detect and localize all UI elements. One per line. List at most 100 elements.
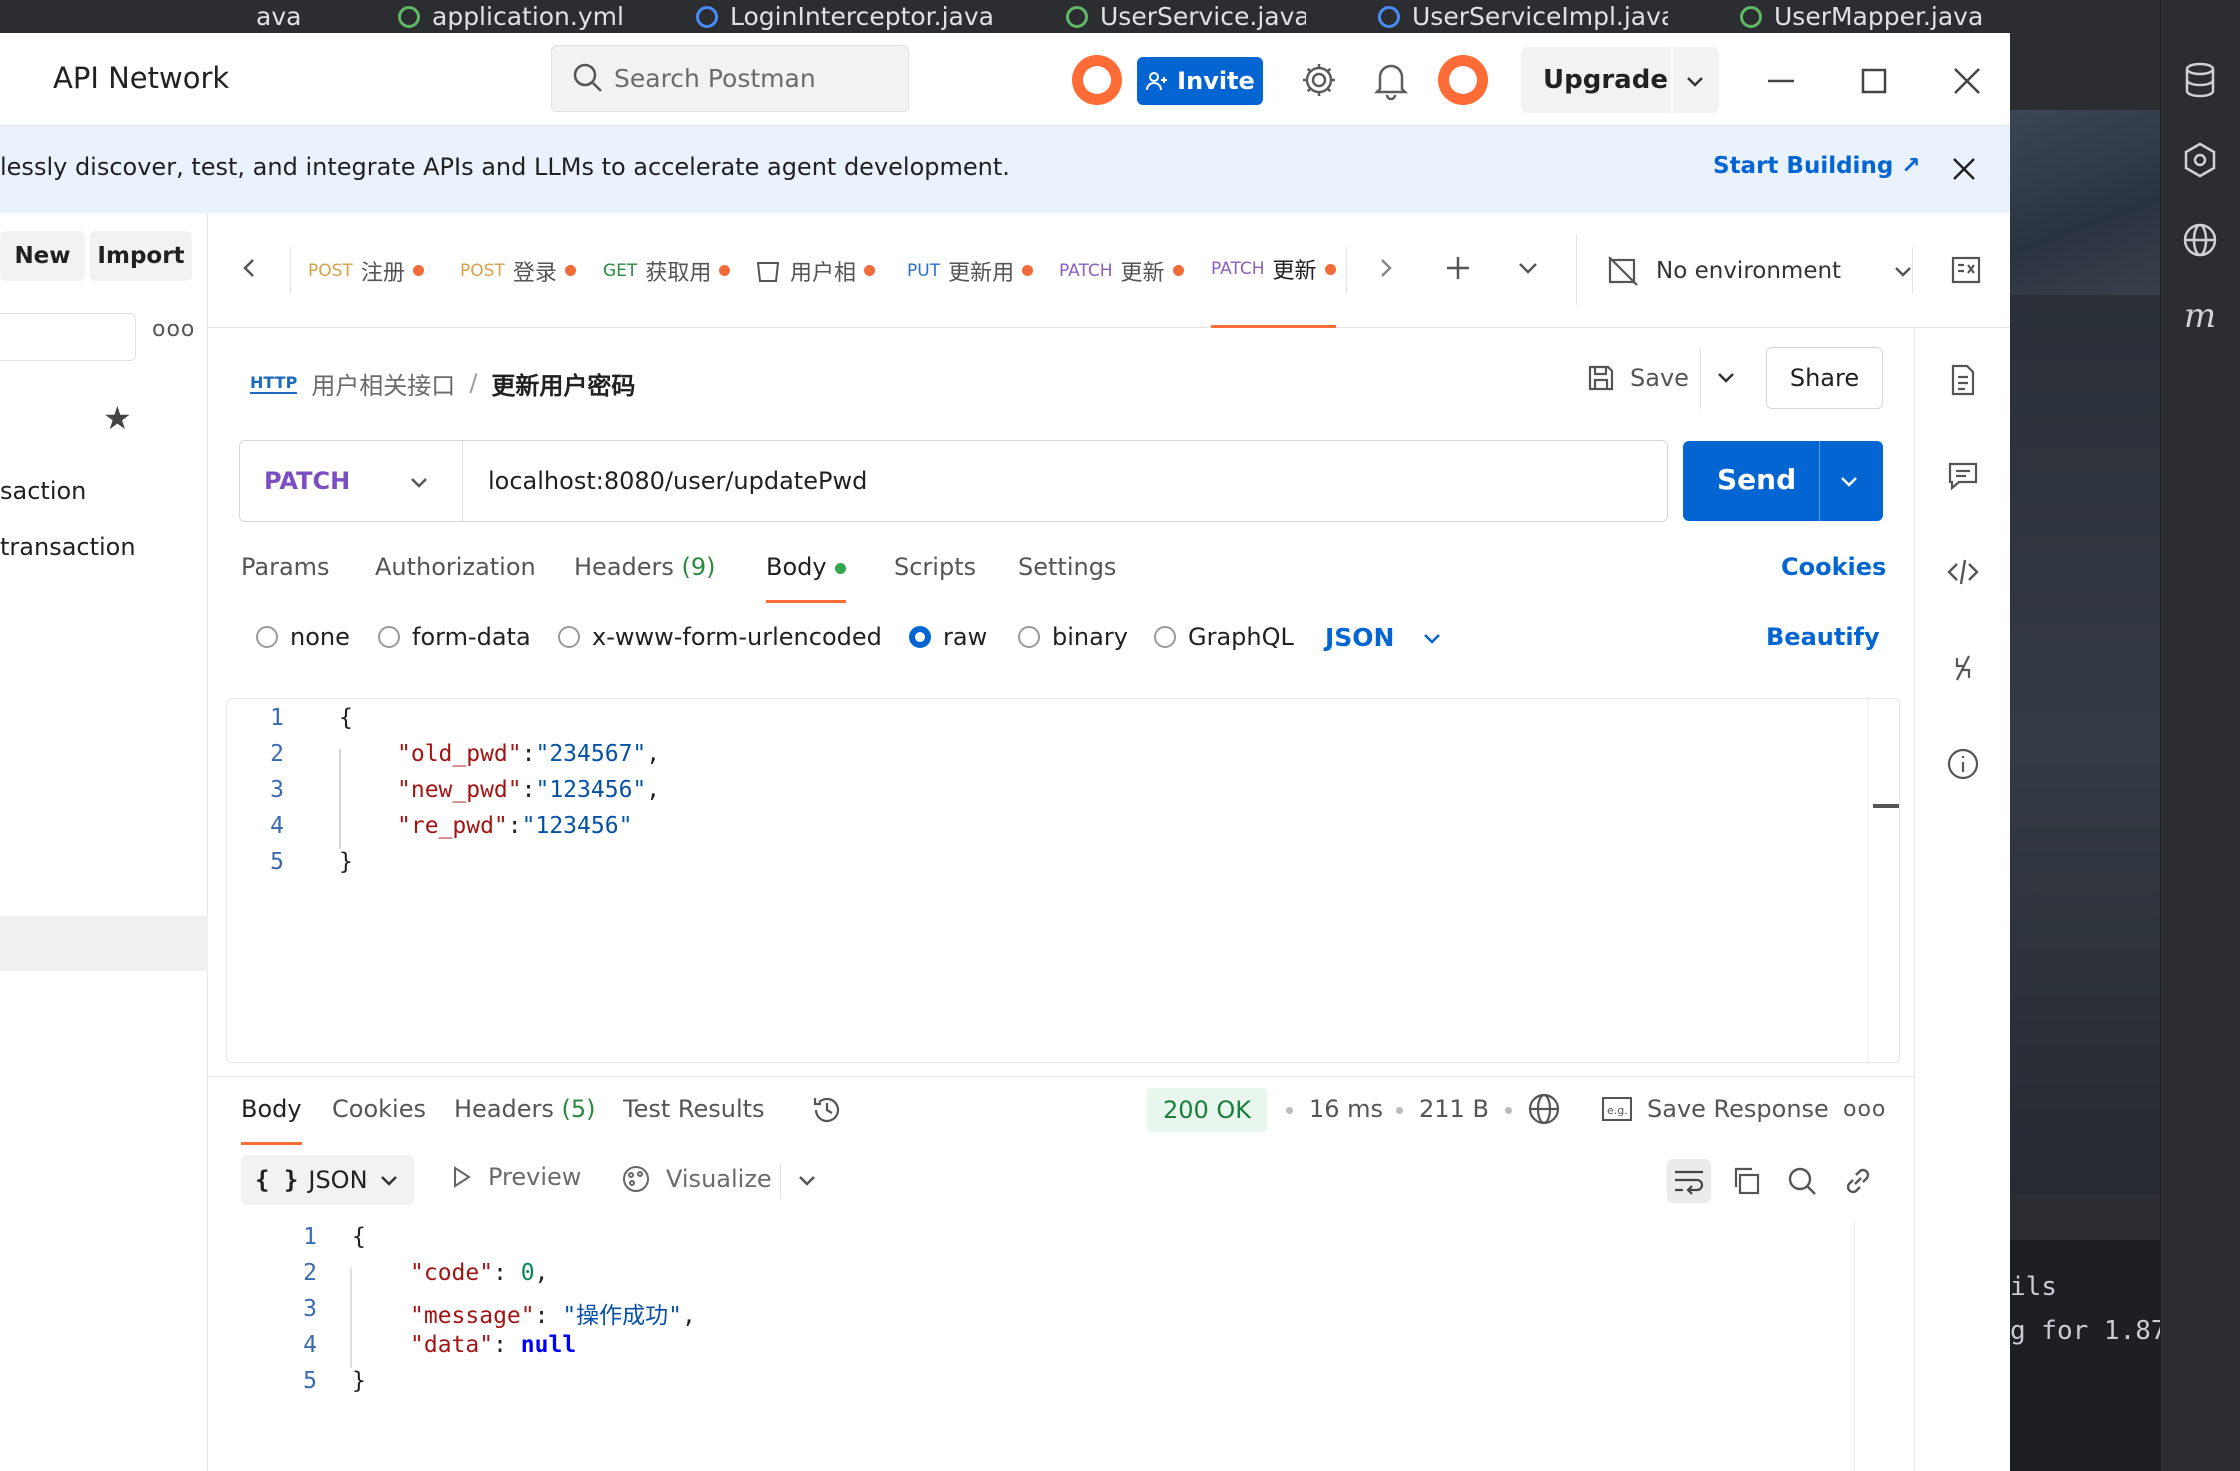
plus-icon[interactable]	[1443, 253, 1473, 283]
more-options-icon[interactable]: ooo	[152, 317, 195, 342]
request-tab[interactable]: POST 登录	[460, 213, 576, 328]
send-button[interactable]: Send	[1683, 441, 1883, 521]
ide-tab[interactable]: LoginInterceptor.java	[696, 0, 996, 33]
new-button[interactable]: New	[0, 231, 85, 281]
gear-icon[interactable]	[1296, 57, 1342, 103]
response-tab-test-results[interactable]: Test Results	[623, 1095, 765, 1145]
upgrade-button[interactable]: Upgrade	[1521, 47, 1719, 113]
request-tab[interactable]: POST 注册	[308, 213, 424, 328]
response-body-viewer[interactable]: 1 2 3 4 5 { "code": 0, "message": "操作成功"…	[226, 1218, 1886, 1471]
radio-x-www-form-urlencoded[interactable]: x-www-form-urlencoded	[558, 623, 882, 651]
globe-icon[interactable]	[2180, 220, 2220, 260]
code-icon[interactable]	[1945, 554, 1981, 590]
tab-scripts[interactable]: Scripts	[894, 553, 976, 603]
chevron-down-icon[interactable]	[1513, 253, 1543, 283]
ide-tab[interactable]: ava	[256, 0, 326, 33]
response-size[interactable]: 211 B	[1419, 1095, 1489, 1123]
maximize-icon[interactable]	[1852, 59, 1896, 103]
ide-tab[interactable]: UserMapper.java	[1740, 0, 1990, 33]
search-input[interactable]: Search Postman	[551, 45, 909, 112]
ai-assistant-icon[interactable]	[2180, 140, 2220, 180]
sidebar-item[interactable]: saction	[0, 477, 86, 505]
method-select[interactable]: PATCH	[264, 467, 350, 495]
response-time[interactable]: 16 ms	[1309, 1095, 1383, 1123]
preview-button[interactable]: Preview	[448, 1163, 581, 1191]
ide-tab[interactable]: UserServiceImpl.java	[1378, 0, 1668, 33]
sidebar-selected-row[interactable]	[0, 916, 208, 971]
request-name[interactable]: 更新用户密码	[491, 366, 635, 401]
response-tab-cookies[interactable]: Cookies	[332, 1095, 426, 1145]
environment-selector[interactable]: No environment	[1606, 213, 1917, 328]
response-scrollbar-track[interactable]	[1854, 1222, 1855, 1471]
more-options-icon[interactable]: ooo	[1843, 1097, 1886, 1122]
comments-icon[interactable]	[1945, 458, 1981, 494]
copy-button[interactable]	[1724, 1159, 1768, 1203]
breadcrumb-parent[interactable]: 用户相关接口	[311, 366, 455, 401]
ide-tab[interactable]: UserService.java	[1066, 0, 1306, 33]
url-input[interactable]: localhost:8080/user/updatePwd	[488, 467, 867, 495]
sidebar-filter-input[interactable]	[0, 313, 136, 361]
link-button[interactable]	[1836, 1159, 1880, 1203]
request-body-editor[interactable]: 1 2 3 4 5 { "old_pwd":"234567", "new_pwd…	[226, 698, 1900, 1063]
tab-authorization[interactable]: Authorization	[375, 553, 536, 603]
request-tab[interactable]: 用户相	[754, 213, 876, 328]
raw-format-select[interactable]: JSON	[1325, 623, 1444, 652]
editor-scrollbar-track[interactable]	[1868, 699, 1869, 1062]
tab-headers[interactable]: Headers (9)	[574, 553, 716, 603]
bell-icon[interactable]	[1368, 57, 1414, 103]
globe-icon[interactable]	[1526, 1091, 1562, 1127]
radio-binary[interactable]: binary	[1018, 623, 1128, 651]
tab-params[interactable]: Params	[241, 553, 330, 603]
ide-tab[interactable]: application.yml	[398, 0, 648, 33]
beautify-button[interactable]: Beautify	[1766, 623, 1880, 651]
tab-settings[interactable]: Settings	[1018, 553, 1116, 603]
avatar[interactable]	[1438, 55, 1488, 105]
save-button[interactable]: Save	[1586, 363, 1689, 393]
database-icon[interactable]	[2180, 60, 2220, 100]
history-icon[interactable]	[810, 1093, 844, 1127]
editor-scrollbar-thumb[interactable]	[1873, 804, 1899, 808]
search-button[interactable]	[1780, 1159, 1824, 1203]
chevron-down-icon[interactable]	[406, 469, 432, 495]
start-building-link[interactable]: Start Building ↗	[1713, 153, 1921, 179]
request-tab[interactable]: PATCH 更新	[1059, 213, 1184, 328]
radio-raw[interactable]: raw	[909, 623, 987, 651]
star-icon[interactable]: ★	[103, 399, 132, 437]
radio-none[interactable]: none	[256, 623, 350, 651]
radio-form-data[interactable]: form-data	[378, 623, 531, 651]
chevron-down-icon[interactable]	[1835, 467, 1863, 495]
documentation-icon[interactable]	[1945, 362, 1981, 398]
chevron-down-icon[interactable]	[794, 1167, 820, 1193]
close-icon[interactable]	[1946, 151, 1982, 187]
chevron-down-icon[interactable]	[1712, 363, 1740, 391]
postman-logo-icon[interactable]	[1072, 55, 1122, 105]
request-tab-active[interactable]: PATCH 更新	[1211, 213, 1336, 328]
chevron-down-icon[interactable]	[1681, 67, 1709, 95]
request-tab[interactable]: PUT 更新用	[907, 213, 1034, 328]
import-button[interactable]: Import	[90, 231, 192, 281]
status-badge[interactable]: 200 OK	[1147, 1088, 1267, 1132]
chevron-left-icon[interactable]	[234, 253, 264, 283]
info-icon[interactable]	[1945, 746, 1981, 782]
response-tab-headers[interactable]: Headers (5)	[454, 1095, 596, 1145]
response-format-select[interactable]: { } JSON	[241, 1155, 414, 1205]
response-divider[interactable]	[208, 1076, 1914, 1077]
wrap-lines-button[interactable]	[1667, 1159, 1711, 1203]
response-tab-body[interactable]: Body	[241, 1095, 302, 1145]
chevron-right-icon[interactable]	[1371, 253, 1401, 283]
workspace-name[interactable]: API Network	[53, 61, 229, 95]
plugin-m-icon[interactable]: m	[2180, 296, 2220, 336]
minimize-icon[interactable]	[1759, 59, 1803, 103]
request-tab[interactable]: GET 获取用	[603, 213, 731, 328]
cookies-link[interactable]: Cookies	[1781, 553, 1886, 581]
share-button[interactable]: Share	[1766, 347, 1883, 409]
tab-body[interactable]: Body	[766, 553, 846, 603]
sidebar-item[interactable]: transaction	[0, 533, 136, 561]
environment-quick-look-icon[interactable]	[1949, 253, 1983, 287]
invite-button[interactable]: Invite	[1137, 57, 1263, 105]
visualize-button[interactable]: Visualize	[620, 1163, 772, 1195]
close-icon[interactable]	[1945, 59, 1989, 103]
related-collections-icon[interactable]	[1945, 650, 1981, 686]
radio-graphql[interactable]: GraphQL	[1154, 623, 1294, 651]
save-response-button[interactable]: e.g. Save Response	[1601, 1095, 1829, 1123]
